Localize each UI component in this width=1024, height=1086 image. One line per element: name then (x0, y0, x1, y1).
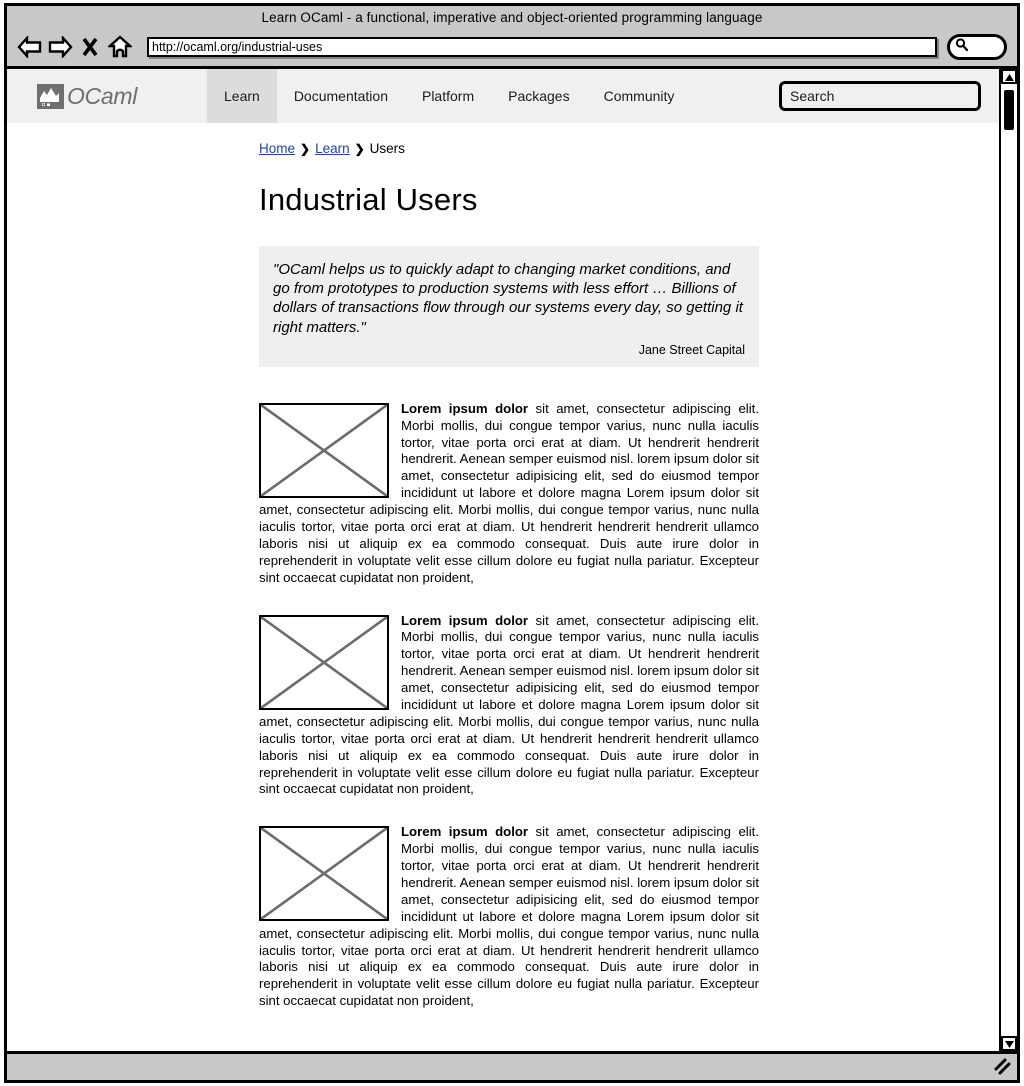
breadcrumb-item-users: Users (369, 141, 405, 156)
forward-button[interactable] (45, 33, 75, 61)
breadcrumb-item-learn[interactable]: Learn (315, 141, 350, 156)
page-title: Industrial Users (259, 182, 478, 217)
nav-item-community[interactable]: Community (587, 69, 692, 123)
site-search-input[interactable]: Search (779, 81, 981, 111)
page-content: Home ❯ Learn ❯ Users Industrial Users "O… (7, 123, 999, 1010)
triangle-down-icon (1004, 1035, 1014, 1052)
scroll-up-button[interactable] (1001, 69, 1017, 84)
browser-title: Learn OCaml - a functional, imperative a… (261, 9, 763, 25)
resize-grip-icon[interactable] (994, 1058, 1012, 1076)
scroll-thumb[interactable] (1004, 90, 1014, 130)
browser-titlebar: Learn OCaml - a functional, imperative a… (7, 6, 1017, 28)
magnifier-icon (954, 37, 969, 57)
article-block: Lorem ipsum dolor sit amet, consectetur … (259, 401, 759, 587)
breadcrumb: Home ❯ Learn ❯ Users (259, 141, 759, 156)
site-search-placeholder: Search (790, 88, 835, 104)
ocaml-camel-logo-icon (37, 83, 64, 109)
quote-text: "OCaml helps us to quickly adapt to chan… (273, 261, 743, 336)
nav-item-learn[interactable]: Learn (207, 69, 277, 123)
scroll-down-button[interactable] (1001, 1036, 1017, 1051)
breadcrumb-item-home[interactable]: Home (259, 141, 295, 156)
forward-arrow-icon (47, 36, 73, 58)
home-icon (108, 35, 132, 59)
browser-window: Learn OCaml - a functional, imperative a… (4, 3, 1020, 1083)
article-lead: Lorem ipsum dolor (401, 400, 529, 416)
content-column: Home ❯ Learn ❯ Users Industrial Users "O… (259, 141, 759, 1010)
nav-item-label: Learn (224, 88, 260, 104)
browser-search-box[interactable] (947, 34, 1007, 60)
home-button[interactable] (105, 33, 135, 61)
browser-viewport: OCaml Learn Documentation Platform Packa… (7, 66, 1017, 1054)
quote-author: Jane Street Capital (638, 342, 745, 357)
site-header: OCaml Learn Documentation Platform Packa… (7, 69, 999, 123)
nav-item-label: Packages (508, 88, 570, 104)
web-page: OCaml Learn Documentation Platform Packa… (7, 69, 999, 1051)
close-x-icon (80, 36, 100, 58)
article-block: Lorem ipsum dolor sit amet, consectetur … (259, 824, 759, 1010)
site-logo-text: OCaml (67, 82, 138, 109)
back-button[interactable] (15, 33, 45, 61)
nav-item-label: Documentation (293, 88, 388, 104)
vertical-scrollbar[interactable] (999, 69, 1017, 1051)
back-arrow-icon (17, 36, 43, 58)
nav-item-label: Platform (421, 88, 475, 104)
nav-item-documentation[interactable]: Documentation (277, 69, 405, 123)
nav-item-packages[interactable]: Packages (491, 69, 586, 123)
site-logo[interactable]: OCaml (7, 69, 207, 123)
image-placeholder (259, 402, 389, 498)
image-placeholder (259, 826, 389, 922)
triangle-up-icon (1004, 69, 1014, 86)
chevron-right-icon: ❯ (354, 141, 365, 156)
browser-toolbar: http://ocaml.org/industrial-uses (7, 28, 1017, 66)
article-block: Lorem ipsum dolor sit amet, consectetur … (259, 613, 759, 799)
chevron-right-icon: ❯ (300, 141, 311, 156)
nav-item-label: Community (603, 88, 675, 104)
quote-block: "OCaml helps us to quickly adapt to chan… (259, 246, 759, 367)
site-nav: Learn Documentation Platform Packages Co… (207, 69, 691, 123)
article-lead: Lorem ipsum dolor (401, 612, 529, 628)
browser-statusbar (7, 1054, 1017, 1080)
article-lead: Lorem ipsum dolor (401, 824, 529, 840)
stop-button[interactable] (75, 33, 105, 61)
scroll-track[interactable] (1001, 84, 1017, 1036)
nav-item-platform[interactable]: Platform (405, 69, 491, 123)
image-placeholder (259, 614, 389, 710)
address-bar[interactable]: http://ocaml.org/industrial-uses (147, 37, 937, 57)
address-bar-value: http://ocaml.org/industrial-uses (152, 40, 323, 54)
